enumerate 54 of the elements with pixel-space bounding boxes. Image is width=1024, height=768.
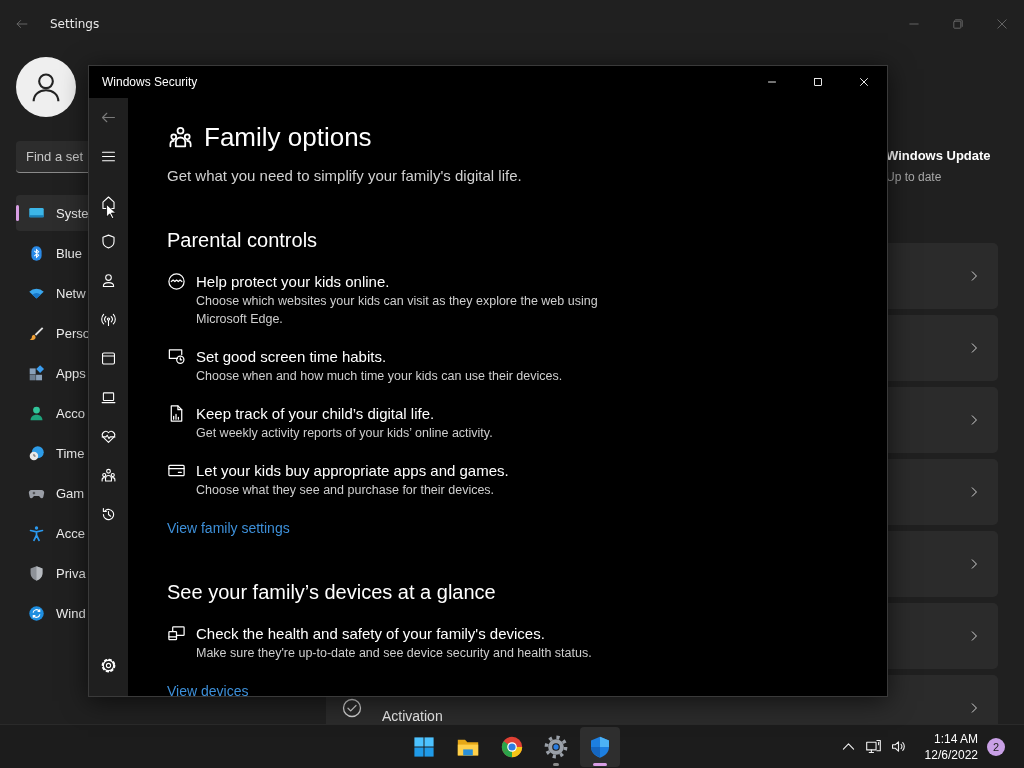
sidebar-item[interactable]: Netw	[16, 275, 88, 311]
devices-icon	[167, 624, 186, 643]
sidebar-item[interactable]: Gam	[16, 475, 88, 511]
feature-description: Make sure they're up-to-date and see device security and health status.	[196, 645, 593, 662]
accessibility-icon	[28, 524, 45, 542]
feature-title: Check the health and safety of your family's devices.	[196, 624, 546, 644]
feature-title: Let your kids buy appropriate apps and games.	[196, 461, 510, 481]
section-heading: See your family’s devices at a glance	[167, 580, 497, 604]
sync-icon	[28, 604, 45, 622]
feature-title: Keep track of your child’s digital life.	[196, 404, 436, 424]
sidebar-item[interactable]: Wind	[16, 595, 88, 631]
screen-clock-icon	[167, 347, 186, 366]
clock-time[interactable]: 1:14 AM	[924, 730, 978, 747]
link[interactable]: View devices	[167, 681, 249, 696]
globe-icon	[167, 272, 186, 291]
feature-title: Help protect your kids online.	[196, 272, 391, 292]
browser-icon	[500, 734, 524, 759]
page-subtitle: Get what you need to simplify your family's digital life.	[167, 166, 523, 186]
card-title: Activation	[382, 707, 443, 724]
link[interactable]: View family settings	[167, 518, 290, 538]
volume-icon[interactable]	[889, 738, 907, 755]
shield-icon	[28, 564, 45, 582]
clock-date[interactable]: 12/6/2022	[924, 746, 978, 763]
person-icon	[28, 404, 45, 422]
feature-description: Choose what they see and purchase for their devices.	[196, 482, 496, 499]
sidebar-item[interactable]: Blue	[16, 235, 88, 271]
feature-description: Get weekly activity reports of your kids’ online activity.	[196, 425, 494, 442]
shield-icon	[588, 734, 612, 759]
search-field[interactable]: Find a set	[16, 141, 88, 173]
update-title: Windows Update	[886, 148, 992, 164]
back-icon[interactable]	[15, 17, 29, 31]
page-title: Family options	[204, 121, 372, 154]
sidebar-item[interactable]: Acco	[16, 395, 88, 431]
notification-badge[interactable]: 2	[987, 737, 1005, 756]
mouse-pointer-icon	[105, 203, 116, 220]
network-icon[interactable]	[864, 738, 882, 755]
window-title: Settings	[50, 17, 100, 31]
sidebar-item[interactable]: Acce	[16, 515, 88, 551]
check-circle-icon	[342, 698, 362, 718]
feature-title: Set good screen time habits.	[196, 347, 388, 367]
sidebar-item[interactable]: Priva	[16, 555, 88, 591]
sidebar-item[interactable]: Time	[16, 435, 88, 471]
start-icon	[412, 734, 436, 759]
apps-icon	[28, 364, 45, 382]
sidebar-item[interactable]: Syste	[16, 195, 88, 231]
feature-description: Choose when and how much time your kids can use their devices.	[196, 368, 564, 385]
bluetooth-icon	[28, 244, 45, 262]
gear-icon	[544, 734, 568, 759]
section-heading: Parental controls	[167, 228, 319, 252]
clock-globe-icon	[28, 444, 45, 462]
feature-description: Choose which websites your kids can visit as they explore the web using Microsoft Edge.	[196, 293, 599, 328]
taskbar-button[interactable]	[580, 726, 620, 767]
window-title: Windows Security	[102, 75, 198, 89]
sidebar-item[interactable]: Apps	[16, 355, 88, 391]
